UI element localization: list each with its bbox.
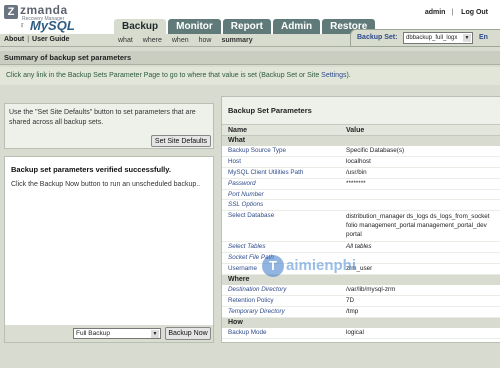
site-defaults-text: Use the "Set Site Defaults" button to se… [9,109,196,126]
backup-set-dropdown[interactable]: dbbackup_full_logx ▼ [403,32,473,44]
user-guide-link[interactable]: User Guide [32,36,69,43]
verification-panel: Backup set parameters verified successfu… [4,156,214,343]
param-value: ******** [346,179,366,187]
param-value: localhost [346,157,371,165]
param-value: distribution_manager ds_logs ds_logs_fro… [346,213,490,239]
step-what[interactable]: what [118,37,133,44]
logo-product: MySQL [30,18,75,33]
settings-link[interactable]: Settings [321,72,346,79]
username: admin [424,9,446,16]
param-value: zrm_user [346,265,373,273]
param-value: /usr/bin [346,168,367,176]
table-row: Retention Policy 7D [222,296,500,307]
table-row: Select Tables All tables [222,242,500,254]
param-value: logical [346,328,364,336]
main-tabs: Backup Monitor Report Admin Restore [114,19,377,34]
table-row: Port Number [222,190,500,201]
table-row: Temporary Directory /tmp [222,307,500,318]
table-row: Username zrm_user [222,264,500,276]
param-value [341,200,500,210]
param-name-link[interactable]: Temporary Directory [222,307,341,317]
logo-for: for [20,23,25,28]
param-name-link[interactable]: MySQL Client Utilities Path [222,168,341,178]
group-what: What [222,136,500,146]
table-row: Destination Directory /var/lib/mysql-zrm [222,285,500,296]
backup-type-value: Full Backup [76,330,110,337]
notice-text: Click any link in the Backup Sets Parame… [6,72,322,79]
help-links: About | User Guide [4,36,69,43]
verification-title: Backup set parameters verified successfu… [11,165,171,174]
zmanda-logo: Z zmanda Recovery Manager for MySQL [2,2,114,34]
tab-backup[interactable]: Backup [114,19,167,34]
table-row: Password ******** [222,179,500,190]
table-row: Socket File Path [222,253,500,265]
column-value-header: Value [346,127,365,134]
table-row: Backup Mode logical [222,328,500,339]
param-name-link[interactable]: SSL Options [222,200,341,210]
chevron-down-icon: ▼ [151,330,159,338]
param-name-link[interactable]: Select Tables [222,242,341,252]
help-links-separator: | [27,36,30,43]
param-name-link[interactable]: Retention Policy [222,296,341,306]
table-row: Backup Source Type Specific Database(s) [222,146,500,157]
param-name-link[interactable]: Host [222,157,341,167]
tab-report[interactable]: Report [222,19,272,34]
user-links-separator: | [451,9,454,16]
param-name-link[interactable]: Socket File Path [222,253,341,263]
zmanda-logo-mark: Z [4,5,18,19]
page-title: Summary of backup set parameters [0,51,500,65]
tab-admin[interactable]: Admin [273,19,321,34]
backup-set-label: Backup Set: [357,34,398,41]
param-value: Specific Database(s) [346,147,405,154]
param-name-link[interactable]: Destination Directory [222,285,341,295]
backup-set-value: dbbackup_full_logx [406,35,458,41]
backup-set-selector: Backup Set: dbbackup_full_logx ▼ En [350,29,500,47]
verification-text: Click the Backup Now button to run an un… [11,181,201,188]
site-defaults-panel: Use the "Set Site Defaults" button to se… [4,103,214,149]
param-value: 7D [346,296,355,304]
param-name-link[interactable]: Username [222,264,341,274]
step-when[interactable]: when [172,37,189,44]
tab-monitor[interactable]: Monitor [168,19,221,34]
notice-suffix: ). [346,72,351,79]
table-row: Select Database distribution_manager ds_… [222,211,500,243]
param-value [341,190,500,200]
table-row: SSL Options [222,200,500,212]
param-name-link[interactable]: Select Database [222,211,341,241]
logo-brand: zmanda [20,3,68,17]
chevron-down-icon: ▼ [463,34,471,42]
param-name-link[interactable]: Backup Source Type [222,146,341,156]
set-site-defaults-button[interactable]: Set Site Defaults [151,135,211,147]
param-value: All tables [346,243,372,251]
param-name-link[interactable]: Password [222,179,341,189]
column-name-header: Name [228,127,248,134]
group-where: Where [222,275,500,286]
language-link[interactable]: En [479,34,488,41]
step-where[interactable]: where [143,37,162,44]
step-summary[interactable]: summary [221,37,252,44]
backup-steps-nav: what where when how summary [118,37,263,44]
param-name-link[interactable]: Backup Mode [222,328,341,338]
backup-type-select[interactable]: Full Backup ▼ [73,328,161,339]
backup-now-button[interactable]: Backup Now [165,327,211,340]
parameters-header: Name Value [222,125,500,136]
backup-now-bar: Full Backup ▼ Backup Now [5,325,213,342]
about-link[interactable]: About [4,36,24,43]
step-how[interactable]: how [199,37,212,44]
backup-set-parameters-panel: Backup Set Parameters Name Value What Ba… [221,96,500,343]
param-value: /var/lib/mysql-zrm [346,286,396,294]
group-how: How [222,317,500,328]
logout-link[interactable]: Log Out [461,9,488,16]
parameters-title: Backup Set Parameters [222,97,500,125]
param-value: /tmp [346,307,359,315]
table-row: MySQL Client Utilities Path /usr/bin [222,168,500,179]
info-notice: Click any link in the Backup Sets Parame… [0,67,500,85]
table-row: Host localhost [222,157,500,168]
user-links: admin | Log Out [419,9,488,16]
param-name-link[interactable]: Port Number [222,190,341,200]
param-value [341,253,500,263]
